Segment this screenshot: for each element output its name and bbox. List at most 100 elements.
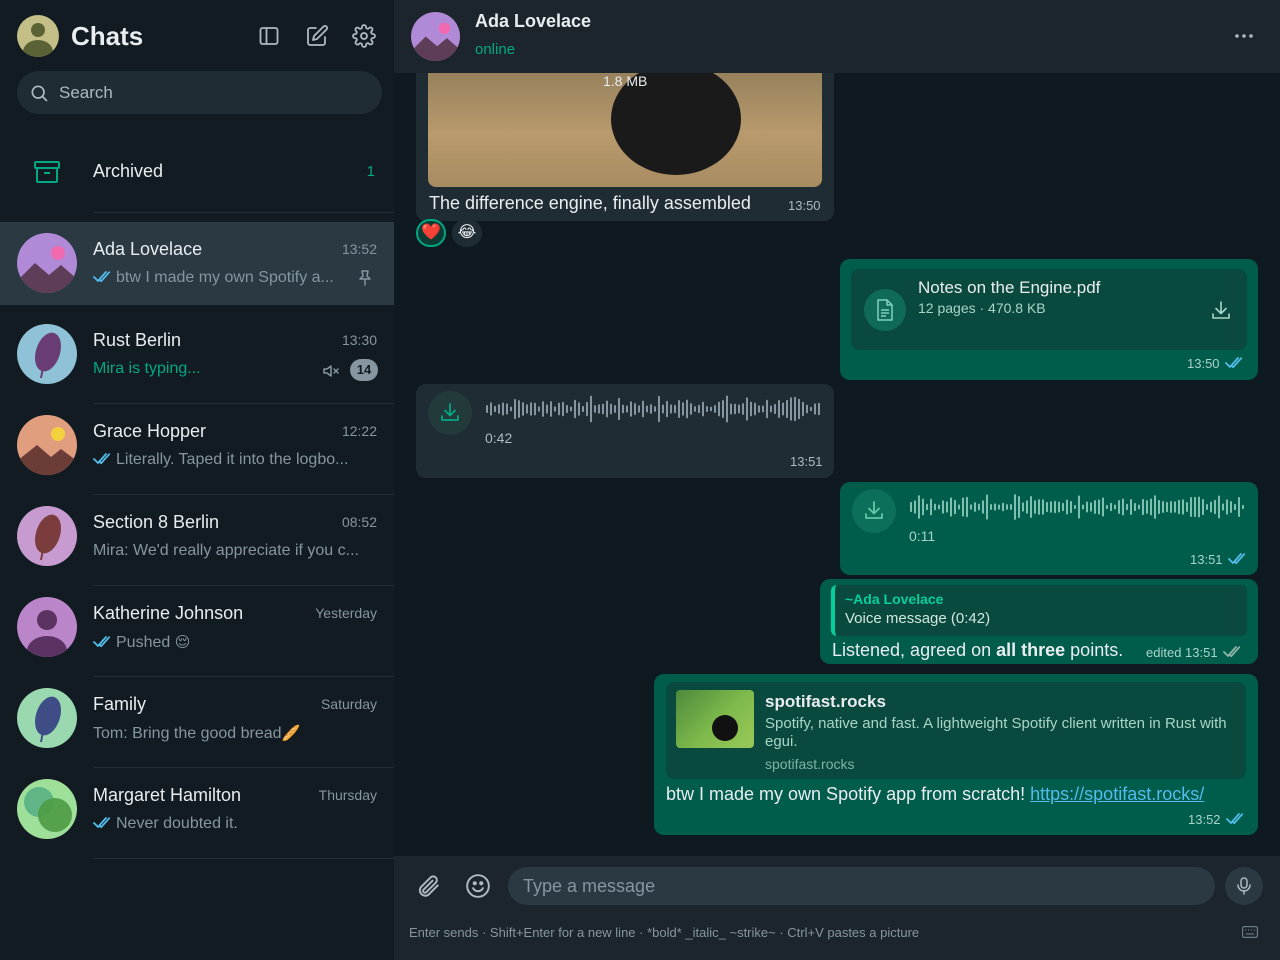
waveform-bar	[786, 399, 788, 419]
waveform-bar	[1070, 500, 1072, 514]
link-title: spotifast.rocks	[765, 692, 886, 711]
download-icon[interactable]	[1210, 299, 1232, 321]
chat-time: Thursday	[318, 787, 377, 803]
chat-time: Yesterday	[315, 605, 377, 621]
document-card[interactable]: Notes on the Engine.pdf 12 pages · 470.8…	[851, 269, 1247, 350]
chat-item-rust-berlin[interactable]: Rust Berlin 13:30 Mira is typing... 14	[0, 313, 394, 404]
chat-preview: btw I made my own Spotify a...	[93, 269, 334, 287]
composer-hint: Enter sends · Shift+Enter for a new line…	[409, 925, 920, 940]
waveform-bar	[910, 501, 912, 513]
keyboard-icon[interactable]	[1242, 926, 1258, 938]
waveform-bar	[646, 405, 648, 413]
message-input[interactable]	[508, 867, 1215, 905]
waveform-bar	[682, 402, 684, 416]
waveform-bar	[1098, 499, 1100, 515]
menu-icon[interactable]	[1234, 26, 1254, 46]
waveform-bar	[526, 404, 528, 414]
waveform-bar	[518, 400, 520, 418]
double-check-icon	[93, 636, 111, 648]
waveform-bar	[1142, 498, 1144, 516]
message-text: btw I made my own Spotify app from scrat…	[666, 784, 1205, 804]
pin-icon	[359, 270, 371, 286]
waveform-bar	[1006, 504, 1008, 510]
reply-message[interactable]: ~Ada Lovelace Voice message (0:42) Liste…	[820, 579, 1258, 664]
waveform-bar	[1190, 496, 1192, 518]
sidebar-header: Chats	[0, 0, 394, 72]
waveform-bar	[686, 399, 688, 419]
document-message[interactable]: Notes on the Engine.pdf 12 pages · 470.8…	[840, 259, 1258, 380]
link-message[interactable]: spotifast.rocks Spotify, native and fast…	[654, 674, 1258, 835]
chat-name: Katherine Johnson	[93, 603, 244, 623]
waveform-bar	[1162, 501, 1164, 513]
waveform-bar	[598, 404, 600, 414]
waveform-bar	[1042, 499, 1044, 515]
contact-name[interactable]: Ada Lovelace	[475, 11, 591, 32]
waveform-bar	[926, 503, 928, 511]
message-link[interactable]: https://spotifast.rocks/	[1030, 784, 1204, 804]
waveform-bar	[558, 402, 560, 416]
waveform-bar	[1082, 504, 1084, 510]
waveform-bar	[922, 498, 924, 516]
chat-list: Ada Lovelace 13:52 btw I made my own Spo…	[0, 222, 394, 859]
chat-time: 08:52	[341, 514, 377, 530]
voice-download-button[interactable]	[428, 391, 472, 435]
double-check-icon	[1225, 357, 1243, 369]
waveform-bar	[1214, 499, 1216, 515]
waveform-bar	[1182, 499, 1184, 515]
archived-row[interactable]: Archived 1	[0, 132, 394, 213]
voice-duration: 0:42	[485, 430, 513, 446]
emoji-icon[interactable]	[465, 873, 491, 899]
waveform-bar	[1126, 503, 1128, 511]
settings-icon[interactable]	[352, 24, 376, 48]
waveform-bar	[1226, 499, 1228, 515]
waveform-bar	[690, 403, 692, 415]
chat-item-section-8-berlin[interactable]: Section 8 Berlin 08:52 Mira: We'd really…	[0, 495, 394, 586]
waveform-bar	[530, 402, 532, 416]
avatar	[17, 688, 77, 748]
conversation-header: Ada Lovelace online	[394, 0, 1280, 73]
waveform-bar	[1058, 501, 1060, 513]
message-time: 13:50	[1187, 356, 1248, 371]
waveform-bar	[754, 402, 756, 416]
reaction-heart[interactable]: ❤️	[416, 219, 446, 247]
my-avatar[interactable]	[17, 15, 59, 57]
waveform-bar	[722, 399, 724, 419]
waveform-bar	[774, 403, 776, 415]
chat-preview: Mira: We'd really appreciate if you c...	[93, 542, 359, 559]
chat-name: Ada Lovelace	[93, 239, 203, 259]
attach-icon[interactable]	[415, 873, 441, 899]
waveform-bar	[730, 403, 732, 415]
message-composer: Enter sends · Shift+Enter for a new line…	[394, 856, 1280, 960]
image-message[interactable]: 1.8 MB The difference engine, finally as…	[416, 73, 834, 221]
waveform-bar	[762, 405, 764, 413]
voice-waveform[interactable]	[485, 393, 821, 425]
quoted-author: ~Ada Lovelace	[845, 591, 944, 607]
chat-item-grace-hopper[interactable]: Grace Hopper 12:22 Literally. Taped it i…	[0, 404, 394, 495]
reaction-laugh[interactable]: 😂	[452, 219, 482, 247]
image-preview[interactable]	[428, 73, 822, 187]
document-icon	[864, 289, 906, 331]
waveform-bar	[614, 405, 616, 413]
waveform-bar	[1046, 501, 1048, 513]
voice-message[interactable]: 0:42 13:51	[416, 384, 834, 478]
waveform-bar	[778, 399, 780, 419]
double-check-icon	[93, 271, 111, 283]
waveform-bar	[1018, 496, 1020, 518]
link-preview[interactable]: spotifast.rocks Spotify, native and fast…	[666, 682, 1246, 779]
chat-item-margaret-hamilton[interactable]: Margaret Hamilton Thursday Never doubted…	[0, 768, 394, 859]
waveform-bar	[562, 401, 564, 417]
mic-button[interactable]	[1225, 867, 1263, 905]
search-input[interactable]	[59, 71, 359, 114]
sidebar-toggle-icon[interactable]	[257, 24, 281, 48]
voice-message[interactable]: 0:11 13:51	[840, 482, 1258, 575]
quoted-message[interactable]: ~Ada Lovelace Voice message (0:42)	[831, 585, 1247, 636]
contact-avatar[interactable]	[411, 12, 460, 61]
chat-item-ada-lovelace[interactable]: Ada Lovelace 13:52 btw I made my own Spo…	[0, 222, 394, 305]
chat-item-katherine-johnson[interactable]: Katherine Johnson Yesterday Pushed 😌	[0, 586, 394, 677]
new-chat-icon[interactable]	[305, 24, 329, 48]
voice-download-button[interactable]	[852, 489, 896, 533]
avatar	[17, 233, 77, 293]
voice-waveform[interactable]	[909, 491, 1245, 523]
chat-item-family[interactable]: Family Saturday Tom: Bring the good brea…	[0, 677, 394, 768]
waveform-bar	[1118, 500, 1120, 514]
